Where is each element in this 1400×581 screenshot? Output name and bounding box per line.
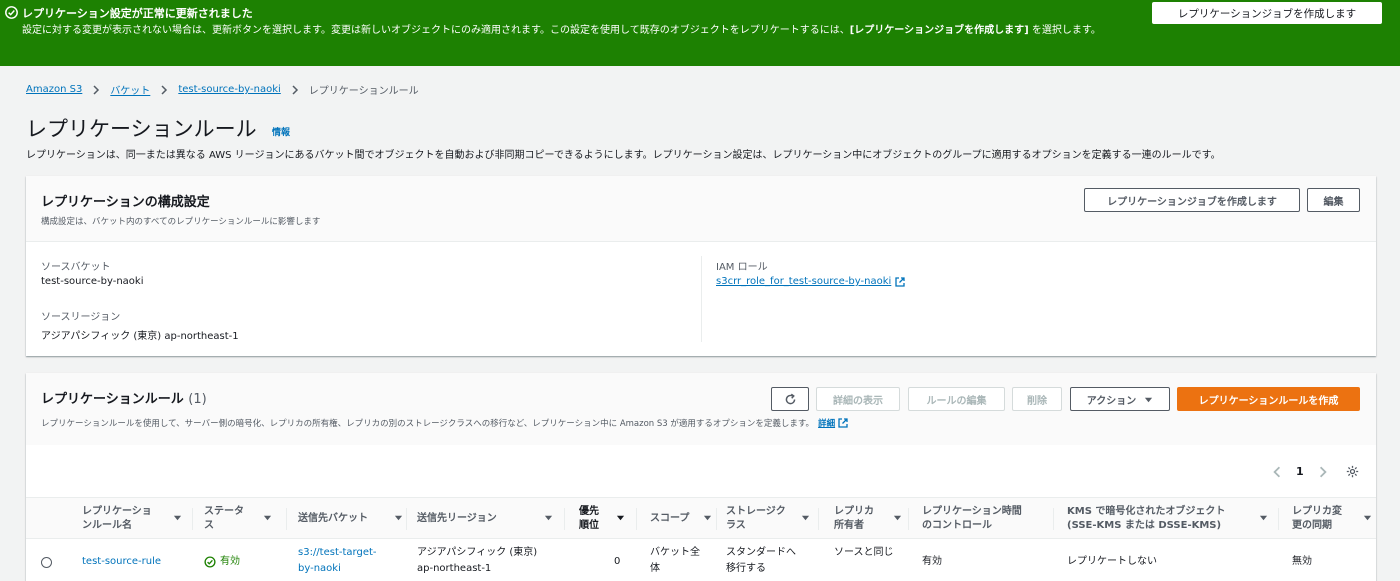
success-flash-banner: レプリケーション設定が正常に更新されました 設定に対する変更が表示されない場合は… [0, 0, 1400, 66]
dest-bucket-link[interactable]: s3://test-target-by-naoki [298, 545, 388, 577]
replication-rules-panel: レプリケーションルール (1) レプリケーションルールを使用して、サーバー側の暗… [26, 373, 1376, 581]
actions-dropdown[interactable]: アクション [1070, 387, 1170, 411]
source-region-value: アジアパシフィック (東京) ap-northeast-1 [41, 331, 239, 342]
scope-cell: バケット全体 [650, 547, 700, 574]
column-sync[interactable]: レプリカ変更の同期 [1292, 498, 1372, 540]
breadcrumb-bucket-name[interactable]: test-source-by-naoki [178, 84, 280, 95]
column-dest-region[interactable]: 送信先リージョン [417, 498, 553, 540]
chevron-right-icon [93, 84, 100, 95]
config-create-job-button[interactable]: レプリケーションジョブを作成します [1084, 188, 1300, 212]
view-details-button[interactable]: 詳細の表示 [816, 387, 900, 411]
column-replica-owner[interactable]: レプリカ所有者 [834, 498, 902, 540]
row-select-radio[interactable] [41, 557, 52, 568]
source-bucket-value: test-source-by-naoki [41, 276, 144, 287]
chevron-left-icon[interactable] [1271, 466, 1283, 478]
sort-caret-icon [263, 515, 272, 521]
config-panel-header: レプリケーションの構成設定 構成設定は、バケット内のすべてのレプリケーションルー… [26, 176, 1376, 242]
external-link-icon [895, 276, 905, 287]
chevron-right-icon [292, 84, 298, 95]
config-edit-button[interactable]: 編集 [1307, 188, 1360, 212]
pagination: 1 [1271, 465, 1359, 478]
column-dest-bucket[interactable]: 送信先バケット [298, 498, 403, 540]
flash-create-job-button[interactable]: レプリケーションジョブを作成します [1152, 2, 1382, 24]
sort-caret-icon [173, 515, 182, 521]
priority-cell: 0 [614, 556, 621, 567]
sort-caret-icon [1363, 515, 1372, 521]
refresh-button[interactable] [771, 387, 809, 411]
flash-message: 設定に対する変更が表示されない場合は、更新ボタンを選択します。変更は新しいオブジ… [22, 25, 1101, 36]
storage-class-cell: スタンダードへ移行する [726, 547, 796, 574]
sort-caret-icon [544, 515, 553, 521]
external-link-icon [838, 418, 848, 428]
iam-role-label: IAM ロール [716, 262, 768, 273]
breadcrumb: Amazon S3 バケット test-source-by-naoki レプリケ… [26, 82, 419, 97]
chevron-right-icon [161, 84, 168, 95]
status-cell: 有効 [204, 554, 240, 570]
breadcrumb-current: レプリケーションルール [308, 86, 419, 97]
column-rtc[interactable]: レプリケーション時間のコントロール [922, 498, 1032, 540]
create-rule-button[interactable]: レプリケーションルールを作成 [1177, 387, 1360, 411]
page-title: レプリケーションルール [26, 117, 257, 141]
column-scope[interactable]: スコープ [650, 498, 712, 540]
sort-caret-icon [801, 515, 810, 521]
source-region-label: ソースリージョン [41, 312, 121, 323]
iam-role-link[interactable]: s3crr_role_for_test-source-by-naoki [716, 276, 905, 287]
rules-description: レプリケーションルールを使用して、サーバー側の暗号化、レプリカの所有権、レプリカ… [41, 417, 848, 429]
kms-cell: レプリケートしない [1067, 556, 1157, 567]
sort-caret-icon [394, 515, 403, 521]
flash-title: レプリケーション設定が正常に更新されました [22, 7, 253, 20]
rtc-cell: 有効 [922, 556, 942, 567]
sort-caret-icon [1259, 515, 1268, 521]
delete-button[interactable]: 削除 [1012, 387, 1062, 411]
page-number[interactable]: 1 [1296, 465, 1304, 478]
breadcrumb-amazon-s3[interactable]: Amazon S3 [26, 84, 82, 95]
edit-rule-button[interactable]: ルールの編集 [908, 387, 1005, 411]
column-priority[interactable]: 優先順位 [579, 498, 625, 540]
source-bucket-label: ソースバケット [41, 262, 111, 273]
sync-cell: 無効 [1292, 556, 1312, 567]
page-description: レプリケーションは、同一または異なる AWS リージョンにあるバケット間でオブジ… [26, 150, 1221, 161]
info-link[interactable]: 情報 [272, 125, 290, 138]
rules-panel-header: レプリケーションルール (1) レプリケーションルールを使用して、サーバー側の暗… [26, 373, 1376, 445]
success-check-icon [5, 6, 18, 19]
sort-caret-icon [893, 515, 902, 521]
rule-name-link[interactable]: test-source-rule [82, 554, 161, 570]
column-kms[interactable]: KMS で暗号化されたオブジェクト (SSE-KMS または DSSE-KMS) [1067, 498, 1268, 540]
config-description: 構成設定は、バケット内のすべてのレプリケーションルールに影響します [41, 217, 321, 227]
rules-table-header: レプリケーションルール名 ステータス 送信先バケット 送信先リージョン 優先順位… [26, 497, 1376, 539]
chevron-right-icon[interactable] [1317, 466, 1329, 478]
breadcrumb-buckets[interactable]: バケット [110, 82, 150, 97]
rules-title: レプリケーションルール (1) [41, 392, 207, 407]
column-rule-name[interactable]: レプリケーションルール名 [82, 498, 182, 540]
column-storage-class[interactable]: ストレージクラス [726, 498, 810, 540]
sort-caret-icon [703, 515, 712, 521]
success-check-icon [204, 556, 216, 568]
replication-config-panel: レプリケーションの構成設定 構成設定は、バケット内のすべてのレプリケーションルー… [26, 176, 1376, 356]
config-title: レプリケーションの構成設定 [41, 195, 210, 210]
column-divider [701, 256, 702, 342]
refresh-icon [785, 393, 795, 404]
caret-down-icon [1145, 397, 1153, 402]
gear-icon[interactable] [1346, 465, 1359, 478]
sort-caret-icon [616, 515, 625, 521]
column-status[interactable]: ステータス [204, 498, 272, 540]
replica-owner-cell: ソースと同じ [834, 547, 894, 558]
learn-more-link[interactable]: 詳細 [818, 417, 835, 429]
dest-region-cell: アジアパシフィック (東京) ap-northeast-1 [417, 547, 538, 574]
